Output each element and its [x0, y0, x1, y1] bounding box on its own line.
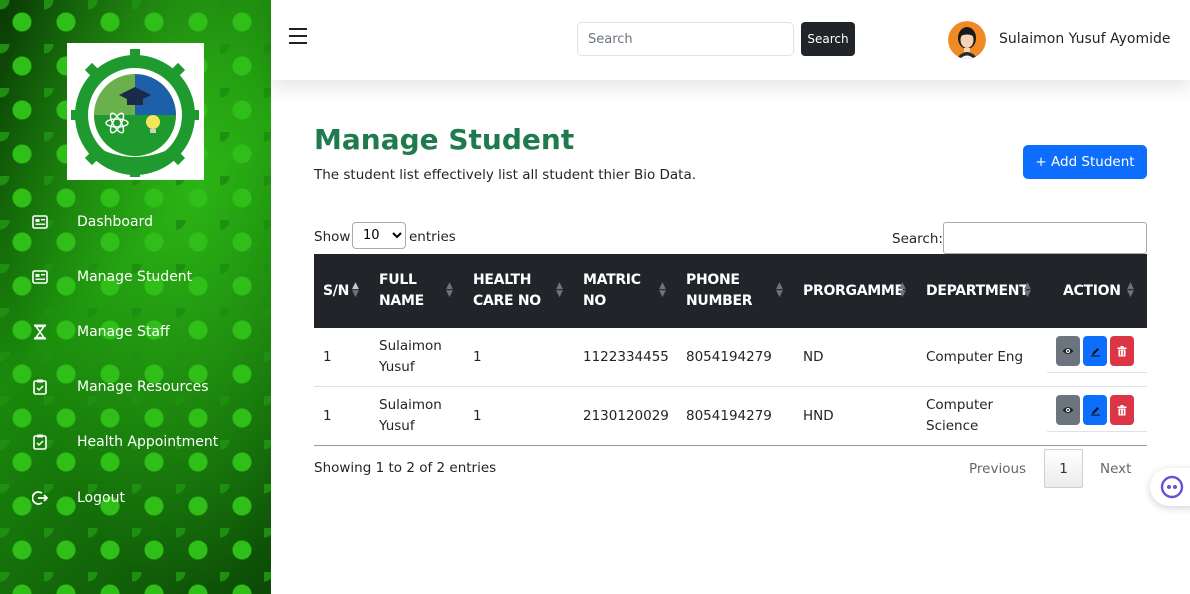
- cell-programme: HND: [803, 407, 834, 424]
- add-student-button[interactable]: + Add Student: [1023, 145, 1147, 179]
- edit-button[interactable]: [1083, 395, 1107, 425]
- view-button[interactable]: [1056, 395, 1080, 425]
- sidebar-item-label: Manage Student: [77, 269, 193, 285]
- id-card-icon: [31, 213, 49, 231]
- avatar[interactable]: [948, 21, 986, 59]
- sidebar-item-health-appointment[interactable]: Health Appointment: [0, 422, 271, 462]
- sort-icon: ▲ ▼: [1127, 281, 1134, 299]
- table-search-input[interactable]: [943, 222, 1147, 254]
- show-label: Show: [314, 229, 351, 245]
- page-subtitle: The student list effectively list all st…: [314, 167, 697, 183]
- sidebar-item-manage-student[interactable]: Manage Student: [0, 257, 271, 297]
- cell-full-name: Sulaimon Yusuf: [379, 397, 442, 434]
- column-header-matric-no[interactable]: MATRIC NO: [583, 254, 641, 328]
- table-header: S/N ▲ ▼ FULL NAME ▲ ▼ HEALTH CARE NO ▲ ▼ MATR…: [314, 254, 1147, 328]
- cell-department: Computer Science: [926, 397, 994, 434]
- eye-icon: [1062, 407, 1074, 413]
- cell-phone-number: 8054194279: [686, 348, 772, 365]
- cell-health-care-no: 1: [473, 407, 482, 424]
- sort-icon: ▲ ▼: [659, 281, 666, 299]
- sort-icon: ▲ ▼: [1024, 281, 1031, 299]
- delete-button[interactable]: [1110, 336, 1134, 366]
- column-header-programme[interactable]: PRORGAMME: [803, 254, 904, 328]
- user-name[interactable]: Sulaimon Yusuf Ayomide: [999, 31, 1171, 47]
- clipboard-icon: [31, 378, 49, 396]
- hourglass-icon: [31, 323, 49, 341]
- page-title: Manage Student: [314, 123, 575, 156]
- top-navbar: Search Sulaimon Yusuf Ayomide: [271, 0, 1190, 80]
- menu-toggle-icon[interactable]: [289, 28, 307, 44]
- sidebar-item-logout[interactable]: Logout: [0, 478, 271, 518]
- sort-icon: ▲ ▼: [556, 281, 563, 299]
- cell-health-care-no: 1: [473, 348, 482, 365]
- pencil-icon: [1090, 406, 1100, 415]
- search-input[interactable]: [577, 22, 794, 56]
- trash-icon: [1117, 345, 1127, 356]
- column-header-department[interactable]: DEPARTMENT: [926, 254, 1029, 328]
- chat-bot-icon: [1160, 475, 1184, 499]
- divider: [1047, 372, 1147, 373]
- column-header-full-name[interactable]: FULL NAME: [379, 254, 424, 328]
- sidebar-item-label: Logout: [77, 490, 125, 506]
- table-row: 1 Sulaimon Yusuf 1 1122334455 8054194279 …: [314, 328, 1147, 387]
- sort-icon: ▲ ▼: [776, 281, 783, 299]
- cell-department: Computer Eng: [926, 348, 1024, 365]
- column-header-health-care-no[interactable]: HEALTH CARE NO: [473, 254, 541, 328]
- search-button[interactable]: Search: [801, 22, 855, 56]
- pagination-page-1[interactable]: 1: [1044, 449, 1083, 488]
- cell-phone-number: 8054194279: [686, 407, 772, 424]
- table-row: 1 Sulaimon Yusuf 1 2130120029 8054194279 …: [314, 387, 1147, 446]
- sidebar-item-label: Dashboard: [77, 214, 153, 230]
- column-header-sn[interactable]: S/N: [323, 254, 349, 328]
- sort-icon: ▲ ▼: [899, 281, 906, 299]
- column-header-action[interactable]: ACTION: [1063, 254, 1121, 328]
- id-card-icon: [31, 268, 49, 286]
- polytechnic-emblem-icon: [71, 49, 199, 177]
- entries-label: entries: [409, 229, 456, 245]
- eye-icon: [1062, 348, 1074, 354]
- cell-full-name: Sulaimon Yusuf: [379, 338, 442, 375]
- clipboard-icon: [31, 433, 49, 451]
- sidebar-item-dashboard[interactable]: Dashboard: [0, 202, 271, 242]
- table-search-label: Search:: [892, 231, 943, 247]
- sidebar: Dashboard Manage Student Manage Staff Ma…: [0, 0, 271, 594]
- divider: [1047, 431, 1147, 432]
- view-button[interactable]: [1056, 336, 1080, 366]
- logout-icon: [31, 489, 49, 507]
- column-header-phone-number[interactable]: PHONE NUMBER: [686, 254, 753, 328]
- students-table: S/N ▲ ▼ FULL NAME ▲ ▼ HEALTH CARE NO ▲ ▼ MATR…: [314, 254, 1147, 446]
- cell-programme: ND: [803, 348, 824, 365]
- entries-select[interactable]: 10: [352, 222, 406, 249]
- school-logo: [67, 43, 204, 180]
- pagination-previous[interactable]: Previous: [969, 461, 1026, 477]
- sidebar-item-label: Health Appointment: [77, 434, 219, 450]
- sidebar-item-manage-resources[interactable]: Manage Resources: [0, 367, 271, 407]
- pagination-next[interactable]: Next: [1100, 461, 1131, 477]
- cell-matric-no: 1122334455: [583, 348, 669, 365]
- delete-button[interactable]: [1110, 395, 1134, 425]
- sidebar-item-label: Manage Staff: [77, 324, 170, 340]
- sidebar-item-manage-staff[interactable]: Manage Staff: [0, 312, 271, 352]
- table-info: Showing 1 to 2 of 2 entries: [314, 460, 497, 476]
- cell-sn: 1: [323, 348, 332, 365]
- sidebar-item-label: Manage Resources: [77, 379, 209, 395]
- cell-sn: 1: [323, 407, 332, 424]
- sort-icon: ▲ ▼: [446, 281, 453, 299]
- cell-matric-no: 2130120029: [583, 407, 669, 424]
- edit-button[interactable]: [1083, 336, 1107, 366]
- chat-widget-button[interactable]: [1150, 468, 1190, 506]
- trash-icon: [1117, 404, 1127, 415]
- pencil-icon: [1090, 347, 1100, 356]
- sort-icon: ▲ ▼: [352, 281, 359, 299]
